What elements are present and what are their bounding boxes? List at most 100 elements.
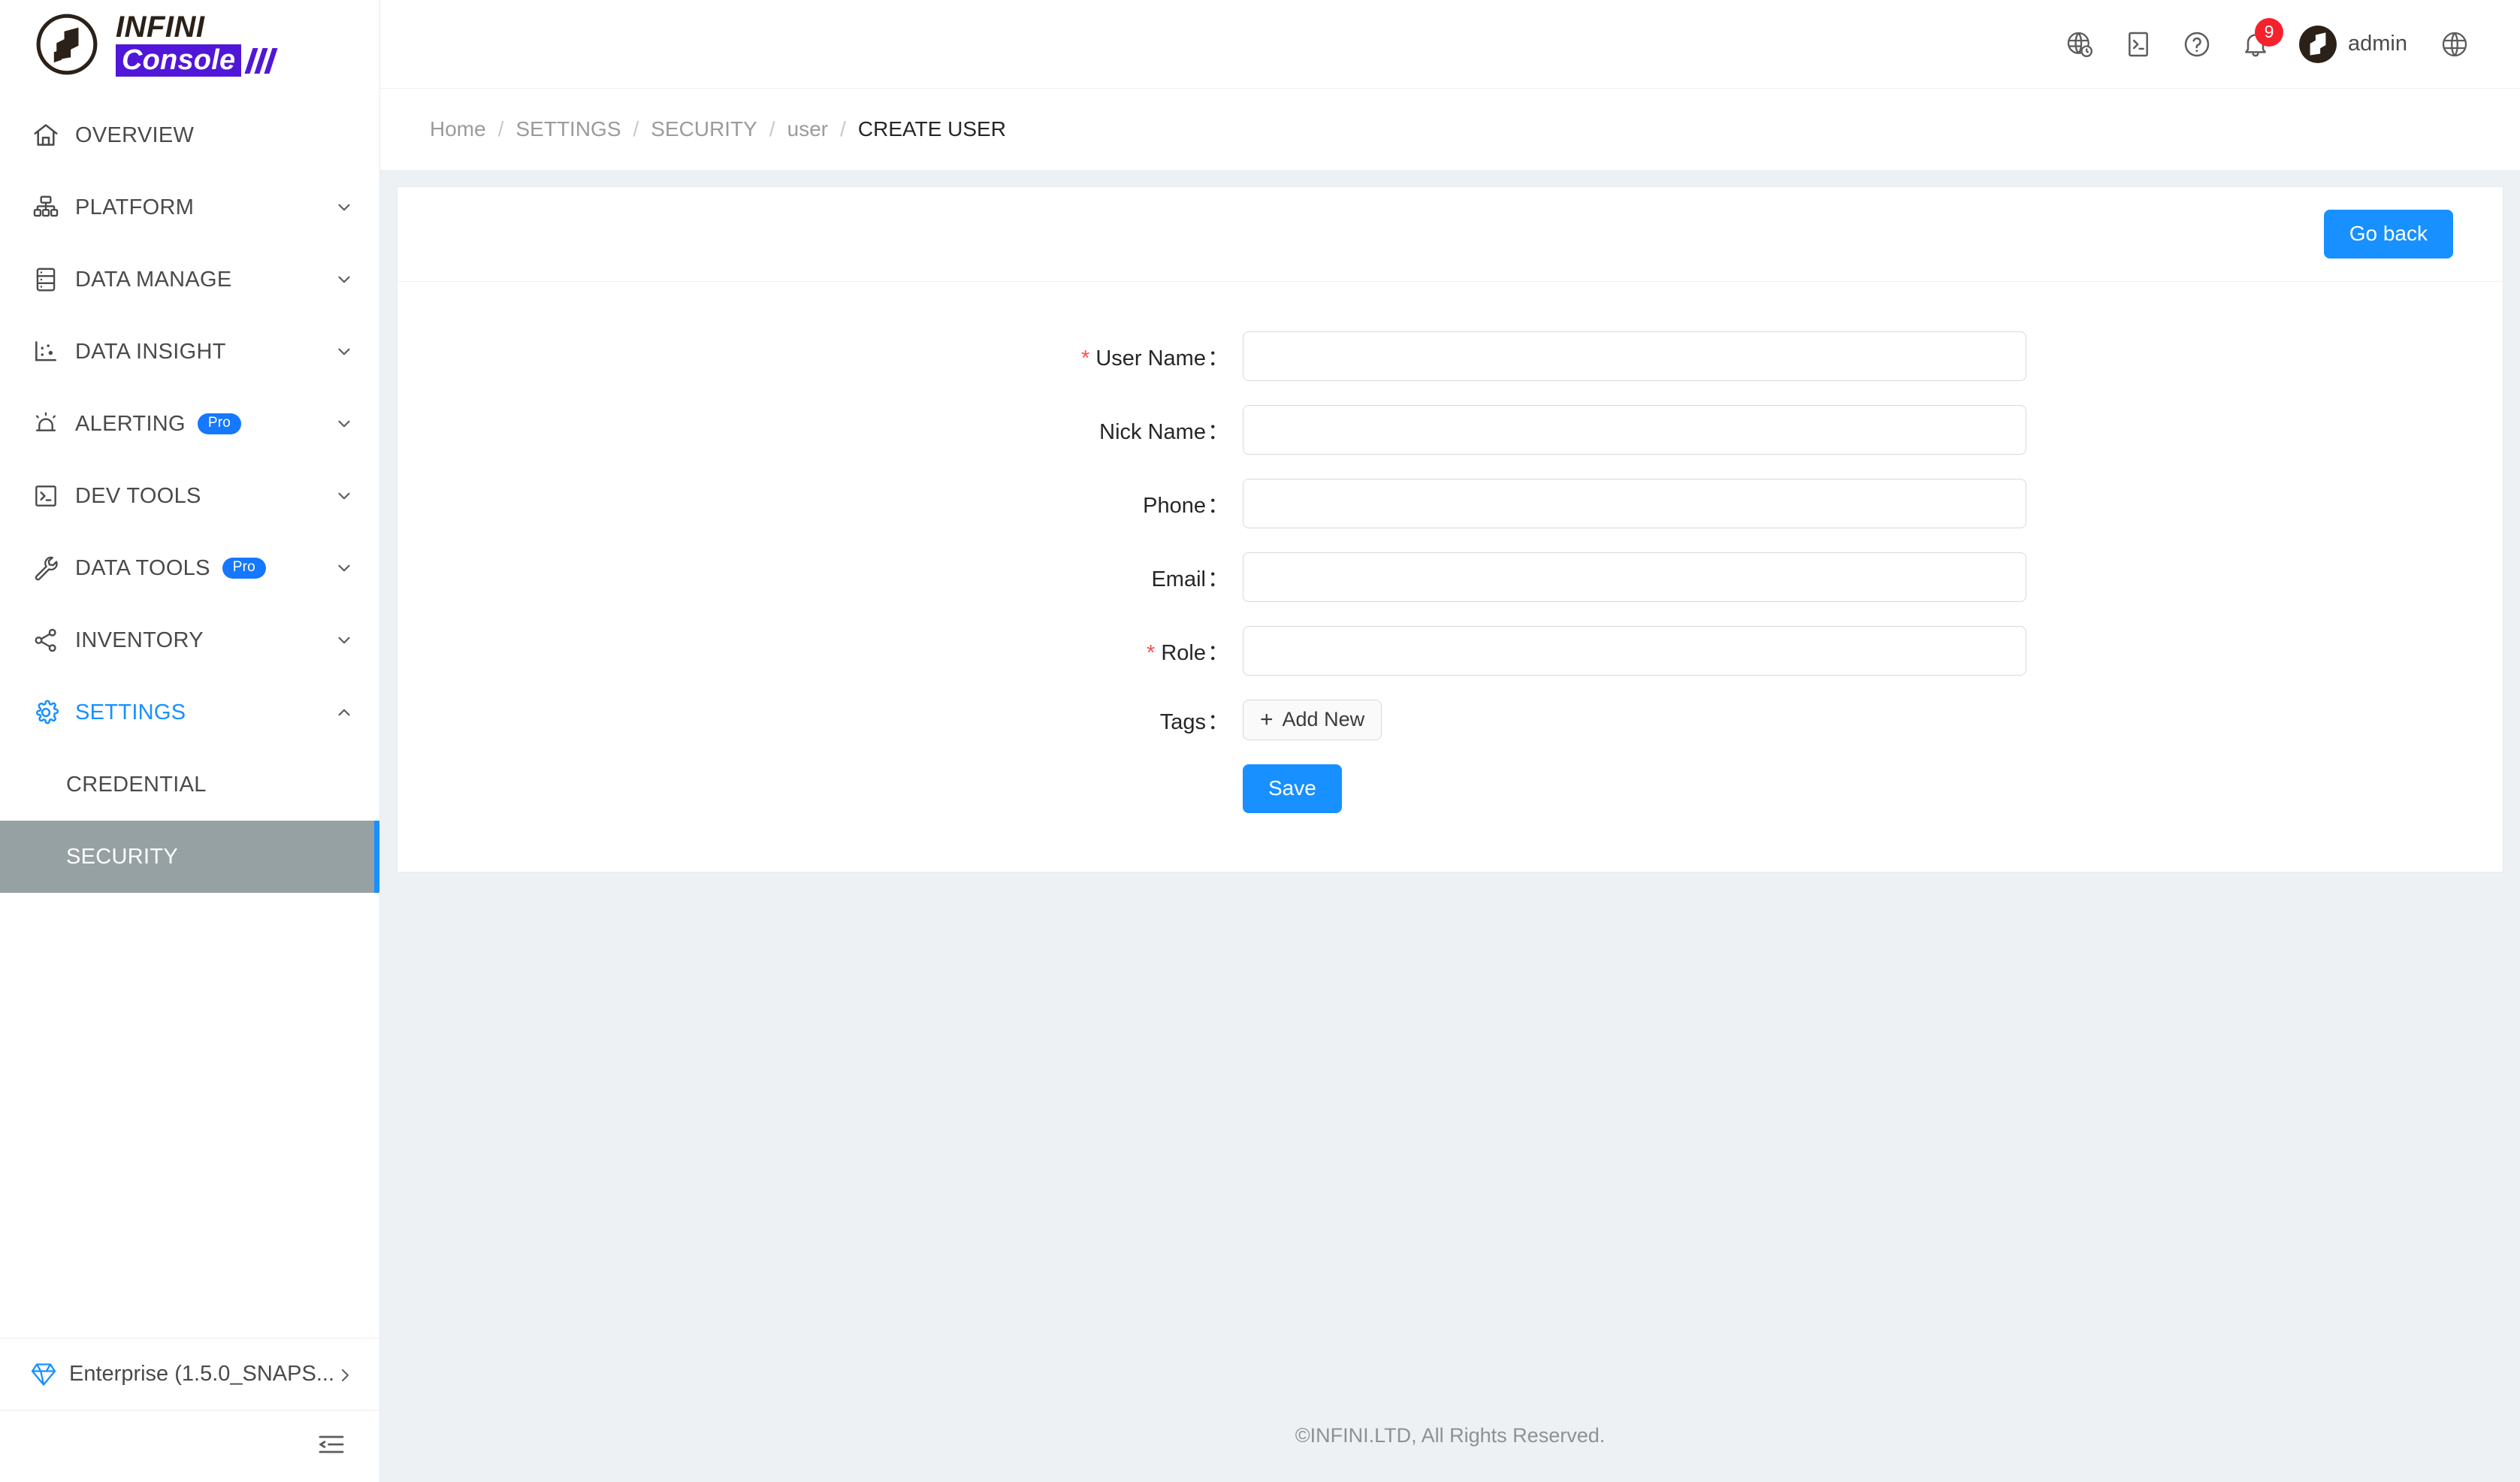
form-row-actions: Save (397, 764, 2503, 813)
form-row-phone: Phone： (397, 479, 2503, 528)
sidebar-license-label: Enterprise (1.5.0_SNAPS... (69, 1362, 334, 1386)
create-user-form: * User Name： Nick Name： Phone： Email： * … (397, 282, 2503, 872)
go-back-button[interactable]: Go back (2323, 210, 2453, 259)
nick-name-input[interactable] (1243, 405, 2026, 455)
infini-logo-icon (35, 12, 99, 77)
wrench-icon (30, 552, 62, 584)
label-colon: ： (1207, 567, 1229, 591)
sidebar-item-label: PLATFORM (75, 195, 195, 219)
card-header: Go back (397, 187, 2503, 282)
add-new-tag-button[interactable]: + Add New (1243, 700, 1382, 740)
save-button[interactable]: Save (1243, 764, 1342, 813)
sidebar-item-platform[interactable]: PLATFORM (0, 171, 379, 243)
chevron-right-icon (336, 1366, 354, 1384)
sidebar-item-label: OVERVIEW (75, 122, 195, 147)
sidebar-item-label: DEV TOOLS (75, 483, 201, 508)
sidebar-collapse-button[interactable] (0, 1410, 379, 1482)
alarm-icon (30, 408, 62, 440)
sidebar-nav: OVERVIEW PLATFORM DATA MANAGE DATA INSIG… (0, 89, 379, 1482)
brand-name-bottom: Console (116, 44, 242, 77)
sidebar: INFINI Console OVERVIEW PLATFORM DATA MA… (0, 0, 380, 1482)
sidebar-item-inventory[interactable]: INVENTORY (0, 604, 379, 676)
main-region: 9 admin Home / SETTINGS / SECURITY / use… (380, 0, 2520, 1482)
user-menu[interactable]: admin (2298, 25, 2407, 64)
sidebar-subitem-label: CREDENTIAL (66, 772, 207, 797)
label-colon: ： (1207, 710, 1229, 734)
help-circle-icon[interactable] (2168, 15, 2226, 74)
sidebar-item-settings[interactable]: SETTINGS (0, 676, 379, 749)
label-text: Tags (1159, 710, 1206, 734)
brand-slashes-icon (244, 47, 278, 74)
sidebar-subitem-security[interactable]: SECURITY (0, 821, 379, 893)
breadcrumb-item-security[interactable]: SECURITY (651, 117, 757, 141)
label-text: User Name (1095, 346, 1206, 370)
form-label-nick-name: Nick Name： (397, 414, 1243, 446)
chevron-up-icon (334, 703, 354, 722)
sidebar-item-alerting[interactable]: ALERTING Pro (0, 388, 379, 460)
console-terminal-icon[interactable] (2109, 15, 2168, 74)
gear-icon (30, 697, 62, 728)
label-text: Phone (1143, 494, 1206, 518)
phone-input[interactable] (1243, 479, 2026, 528)
label-text: Email (1151, 567, 1206, 591)
sidebar-item-label: ALERTING (75, 411, 186, 436)
label-text: Role (1161, 641, 1206, 665)
form-label-role: * Role： (397, 635, 1243, 667)
terminal-icon (30, 480, 62, 512)
form-row-user-name: * User Name： (397, 331, 2503, 381)
app-root: INFINI Console OVERVIEW PLATFORM DATA MA… (0, 0, 2520, 1482)
required-mark: * (1147, 641, 1156, 665)
globe-icon[interactable] (2425, 15, 2484, 74)
chevron-down-icon (334, 414, 354, 434)
label-colon: ： (1207, 420, 1229, 444)
chart-icon (30, 336, 62, 367)
sidebar-item-data-tools[interactable]: DATA TOOLS Pro (0, 532, 379, 604)
breadcrumb-item-settings[interactable]: SETTINGS (515, 117, 621, 141)
bell-icon[interactable]: 9 (2226, 15, 2285, 74)
notification-badge: 9 (2255, 17, 2283, 47)
breadcrumb-separator: / (769, 117, 775, 141)
email-input[interactable] (1243, 552, 2026, 602)
chevron-down-icon (334, 558, 354, 578)
plus-icon: + (1260, 707, 1274, 732)
required-mark: * (1081, 346, 1090, 370)
sidebar-item-label: SETTINGS (75, 700, 186, 724)
sidebar-item-label: INVENTORY (75, 628, 204, 652)
sidebar-subitem-credential[interactable]: CREDENTIAL (0, 749, 379, 821)
add-new-label: Add New (1282, 708, 1365, 731)
sidebar-item-data-manage[interactable]: DATA MANAGE (0, 243, 379, 316)
pro-badge: Pro (222, 558, 266, 579)
role-input[interactable] (1243, 626, 2026, 676)
breadcrumb-separator: / (840, 117, 846, 141)
chevron-down-icon (334, 270, 354, 289)
user-name-input[interactable] (1243, 331, 2026, 381)
sidebar-item-dev-tools[interactable]: DEV TOOLS (0, 460, 379, 532)
create-user-card: Go back * User Name： Nick Name： Phone： E… (397, 186, 2503, 873)
content-area: Go back * User Name： Nick Name： Phone： E… (380, 170, 2520, 1389)
brand-logo[interactable]: INFINI Console (0, 0, 379, 89)
form-row-nick-name: Nick Name： (397, 405, 2503, 455)
menu-fold-icon (316, 1429, 346, 1463)
user-name-label: admin (2348, 32, 2407, 56)
form-row-tags: Tags： + Add New (397, 700, 2503, 740)
breadcrumb-separator: / (633, 117, 639, 141)
form-label-phone: Phone： (397, 488, 1243, 519)
sidebar-item-label: DATA TOOLS (75, 555, 210, 580)
avatar (2298, 25, 2337, 64)
sidebar-item-label: DATA MANAGE (75, 267, 232, 292)
sidebar-item-data-insight[interactable]: DATA INSIGHT (0, 316, 379, 388)
form-row-role: * Role： (397, 626, 2503, 676)
globe-clock-icon[interactable] (2050, 15, 2109, 74)
breadcrumb-item-home[interactable]: Home (430, 117, 486, 141)
sidebar-license-item[interactable]: Enterprise (1.5.0_SNAPS... (0, 1338, 379, 1410)
sidebar-subitem-label: SECURITY (66, 844, 179, 869)
chevron-down-icon (334, 486, 354, 506)
breadcrumb-item-create-user: CREATE USER (857, 117, 1006, 141)
form-label-user-name: * User Name： (397, 340, 1243, 372)
breadcrumb-separator: / (497, 117, 504, 141)
chevron-down-icon (334, 631, 354, 650)
sidebar-item-overview[interactable]: OVERVIEW (0, 99, 379, 171)
form-label-email: Email： (397, 561, 1243, 593)
breadcrumb-item-user[interactable]: user (787, 117, 828, 141)
sidebar-item-label: DATA INSIGHT (75, 339, 226, 364)
